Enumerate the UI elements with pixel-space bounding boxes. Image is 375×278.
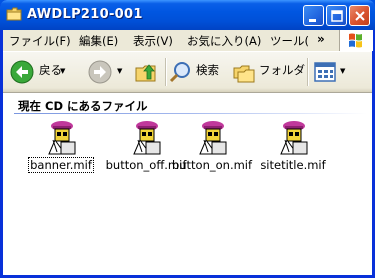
- views-dropdown-icon[interactable]: ▼: [340, 67, 345, 75]
- menu-file[interactable]: ファイル(F): [9, 33, 71, 49]
- window-body: ファイル(F) 編集(E) 表示(V) お気に入り(A) ツール( » 戻る ▼…: [3, 30, 373, 275]
- windows-logo: [339, 30, 373, 51]
- menu-favorites[interactable]: お気に入り(A): [187, 33, 261, 49]
- mif-file-icon: [48, 121, 76, 155]
- search-button[interactable]: 検索: [169, 57, 225, 87]
- section-divider: [14, 113, 367, 114]
- file-list-pane[interactable]: 現在 CD にあるファイル banner.mif button_off.mif …: [3, 93, 372, 275]
- back-dropdown-icon[interactable]: ▼: [60, 67, 65, 75]
- back-button[interactable]: 戻る ▼: [9, 57, 67, 87]
- search-label: 検索: [196, 63, 219, 77]
- folders-icon: [233, 65, 255, 83]
- forward-arrow-icon: [88, 60, 112, 84]
- views-button[interactable]: ▼: [313, 57, 349, 87]
- minimize-icon: [309, 19, 316, 22]
- file-name: sitetitle.mif: [260, 158, 326, 172]
- folder-up-icon: [135, 64, 156, 82]
- file-item[interactable]: sitetitle.mif: [251, 120, 335, 186]
- menu-overflow-chevron[interactable]: »: [317, 32, 325, 46]
- mif-file-icon: [133, 121, 161, 155]
- minimize-button[interactable]: [303, 5, 324, 26]
- menu-bar: ファイル(F) 編集(E) 表示(V) お気に入り(A) ツール( »: [3, 30, 373, 52]
- folders-button[interactable]: フォルダ: [232, 57, 305, 87]
- forward-button[interactable]: ▼: [87, 57, 127, 87]
- mif-file-icon: [199, 121, 227, 155]
- maximize-icon: [331, 10, 343, 22]
- folders-label: フォルダ: [259, 63, 305, 77]
- file-item[interactable]: banner.mif: [19, 120, 103, 186]
- file-item[interactable]: button_on.mif: [170, 120, 254, 186]
- close-button[interactable]: [349, 5, 370, 26]
- title-bar[interactable]: AWDLP210-001: [0, 0, 375, 30]
- toolbar-separator: [165, 58, 167, 86]
- section-title: 現在 CD にあるファイル: [18, 99, 148, 113]
- up-folder-button[interactable]: [133, 57, 161, 87]
- windows-flag-icon: [349, 33, 362, 48]
- views-icon: [314, 62, 336, 82]
- forward-dropdown-icon[interactable]: ▼: [117, 67, 122, 75]
- folder-icon: [6, 7, 22, 21]
- back-label: 戻る: [39, 63, 62, 77]
- file-name: banner.mif: [28, 157, 94, 173]
- back-arrow-icon: [10, 60, 34, 84]
- toolbar: 戻る ▼ ▼ 検索 フォルダ ▼: [3, 52, 372, 93]
- menu-tools[interactable]: ツール(: [270, 33, 309, 49]
- window-title: AWDLP210-001: [27, 7, 143, 22]
- explorer-window: AWDLP210-001 ファイル(F) 編集(E) 表示(V) お気に入り(A…: [0, 0, 375, 278]
- maximize-button[interactable]: [326, 5, 347, 26]
- menu-view[interactable]: 表示(V): [133, 33, 173, 49]
- menu-edit[interactable]: 編集(E): [79, 33, 118, 49]
- close-icon: [355, 11, 365, 21]
- mif-file-icon: [280, 121, 308, 155]
- file-name: button_on.mif: [171, 158, 253, 172]
- search-icon: [169, 62, 190, 83]
- toolbar-separator: [307, 58, 309, 86]
